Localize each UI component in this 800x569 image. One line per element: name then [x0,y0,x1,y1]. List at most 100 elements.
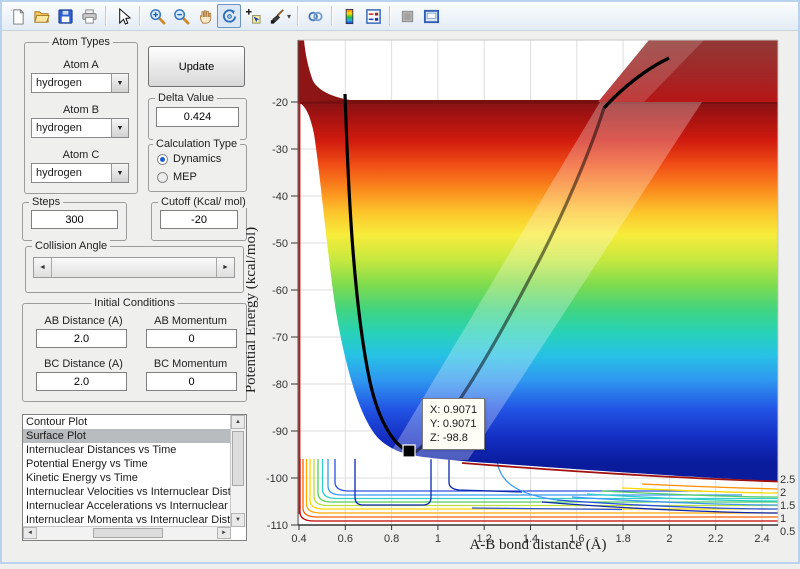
scroll-down-icon[interactable]: ▼ [231,513,245,527]
bc-distance-field[interactable] [36,372,127,391]
radio-mep-label: MEP [173,171,197,183]
list-item[interactable]: Internuclear Momenta vs Internuclear Dis… [23,513,231,527]
bc-momentum-field[interactable] [146,372,237,391]
radio-unselected-icon[interactable] [157,172,168,183]
collision-angle-slider[interactable]: ◄ ► [33,257,235,278]
svg-text:-90: -90 [272,426,288,438]
list-item[interactable]: Contour Plot [23,415,231,429]
list-item[interactable]: Internuclear Distances vs Time [23,443,231,457]
ab-momentum-label: AB Momentum [143,315,238,327]
steps-field[interactable] [31,210,118,229]
link-plots-icon[interactable] [303,4,327,28]
pan-icon[interactable] [193,4,217,28]
panel-title: Delta Value [155,92,217,104]
svg-text:-30: -30 [272,144,288,156]
atom-c-label: Atom C [25,149,137,161]
svg-text:0.5: 0.5 [780,526,795,538]
scroll-right-icon[interactable]: ► [217,527,231,539]
scroll-up-icon[interactable]: ▲ [231,415,245,429]
svg-text:1.5: 1.5 [780,500,795,512]
zoom-in-icon[interactable] [145,4,169,28]
datatip-z: Z: -98.8 [430,431,477,445]
plot-tools-on-icon[interactable] [419,4,443,28]
dropdown-arrow-icon[interactable]: ▼ [111,164,128,182]
cutoff-panel: Cutoff (Kcal/ mol) [151,202,247,241]
radio-dynamics-label: Dynamics [173,153,221,165]
delta-value-panel: Delta Value [148,98,247,140]
steps-panel: Steps [22,202,127,241]
toolbar-separator [139,6,141,26]
save-icon[interactable] [53,4,77,28]
update-button[interactable]: Update [148,46,245,87]
x-axis-label: A-B bond distance (Å) [469,537,606,553]
svg-text:-60: -60 [272,285,288,297]
panel-title: Steps [29,196,63,208]
figure-toolbar: ▾ [2,2,798,31]
svg-text:1: 1 [780,513,786,525]
ab-momentum-field[interactable] [146,329,237,348]
svg-text:0.8: 0.8 [384,533,399,545]
plot-tools-off-icon[interactable] [395,4,419,28]
insert-colorbar-icon[interactable] [337,4,361,28]
cutoff-field[interactable] [160,210,238,229]
ab-distance-field[interactable] [36,329,127,348]
radio-mep[interactable]: MEP [157,171,197,183]
svg-text:0.6: 0.6 [338,533,353,545]
print-icon[interactable] [77,4,101,28]
panel-title: Calculation Type [153,138,240,150]
surface-plot-canvas[interactable]: 0.40.60.811.21.41.61.822.22.4-20-30-40-5… [246,32,800,566]
atom-b-value: hydrogen [32,119,111,137]
open-file-icon[interactable] [29,4,53,28]
svg-text:1: 1 [435,533,441,545]
dropdown-arrow-icon[interactable]: ▼ [111,74,128,92]
radio-dynamics[interactable]: Dynamics [157,153,221,165]
app-window: { "icons": { "dropdown_arrow": "▼", "scr… [0,0,800,564]
list-item[interactable]: Internuclear Accelerations vs Internucle… [23,499,231,513]
brush-icon[interactable] [265,4,289,28]
ab-distance-label: AB Distance (A) [31,315,136,327]
list-item[interactable]: Potential Energy vs Time [23,457,231,471]
svg-text:-80: -80 [272,379,288,391]
delta-value-field[interactable] [156,107,239,127]
surface-plot-svg[interactable]: 0.40.60.811.21.41.61.822.22.4-20-30-40-5… [246,32,800,566]
svg-text:2.4: 2.4 [754,533,769,545]
svg-text:-100: -100 [266,473,288,485]
svg-text:2.2: 2.2 [708,533,723,545]
atom-a-select[interactable]: hydrogen ▼ [31,73,129,93]
slider-left-arrow-icon[interactable]: ◄ [34,258,51,277]
atom-c-select[interactable]: hydrogen ▼ [31,163,129,183]
svg-text:1.8: 1.8 [615,533,630,545]
initial-conditions-panel: Initial Conditions AB Distance (A) AB Mo… [22,303,247,402]
datatip-marker[interactable] [403,445,415,457]
vertical-scrollbar[interactable]: ▲ ▼ [230,415,246,527]
svg-text:-40: -40 [272,191,288,203]
radio-selected-icon[interactable] [157,154,168,165]
data-cursor-icon[interactable] [241,4,265,28]
panel-title: Initial Conditions [91,297,178,309]
list-item[interactable]: Internuclear Velocities vs Internuclear … [23,485,231,499]
zoom-out-icon[interactable] [169,4,193,28]
slider-right-arrow-icon[interactable]: ► [217,258,234,277]
horizontal-scrollbar[interactable]: ◄ ► [23,526,231,540]
atom-b-select[interactable]: hydrogen ▼ [31,118,129,138]
svg-text:0.4: 0.4 [291,533,306,545]
hscroll-thumb[interactable] [93,528,163,538]
list-item-selected[interactable]: Surface Plot [23,429,231,443]
plot-type-listbox: Contour Plot Surface Plot Internuclear D… [22,414,247,541]
datatip-y: Y: 0.9071 [430,417,477,431]
new-document-icon[interactable] [5,4,29,28]
datatip-box[interactable]: X: 0.9071 Y: 0.9071 Z: -98.8 [422,398,485,450]
atom-types-panel: Atom Types Atom A hydrogen ▼ Atom B hydr… [24,42,138,194]
plot-type-items: Contour Plot Surface Plot Internuclear D… [23,415,231,527]
slider-thumb[interactable] [51,258,217,277]
rotate-3d-icon[interactable] [217,4,241,28]
vscroll-thumb[interactable] [232,431,244,486]
dropdown-arrow-icon[interactable]: ▼ [111,119,128,137]
scroll-left-icon[interactable]: ◄ [23,527,37,539]
insert-legend-icon[interactable] [361,4,385,28]
brush-caret-icon[interactable]: ▾ [287,12,291,21]
pointer-icon[interactable] [111,4,135,28]
toolbar-separator [105,6,107,26]
y-axis-label: Potential Energy (kcal/mol) [246,227,259,393]
list-item[interactable]: Kinetic Energy vs Time [23,471,231,485]
